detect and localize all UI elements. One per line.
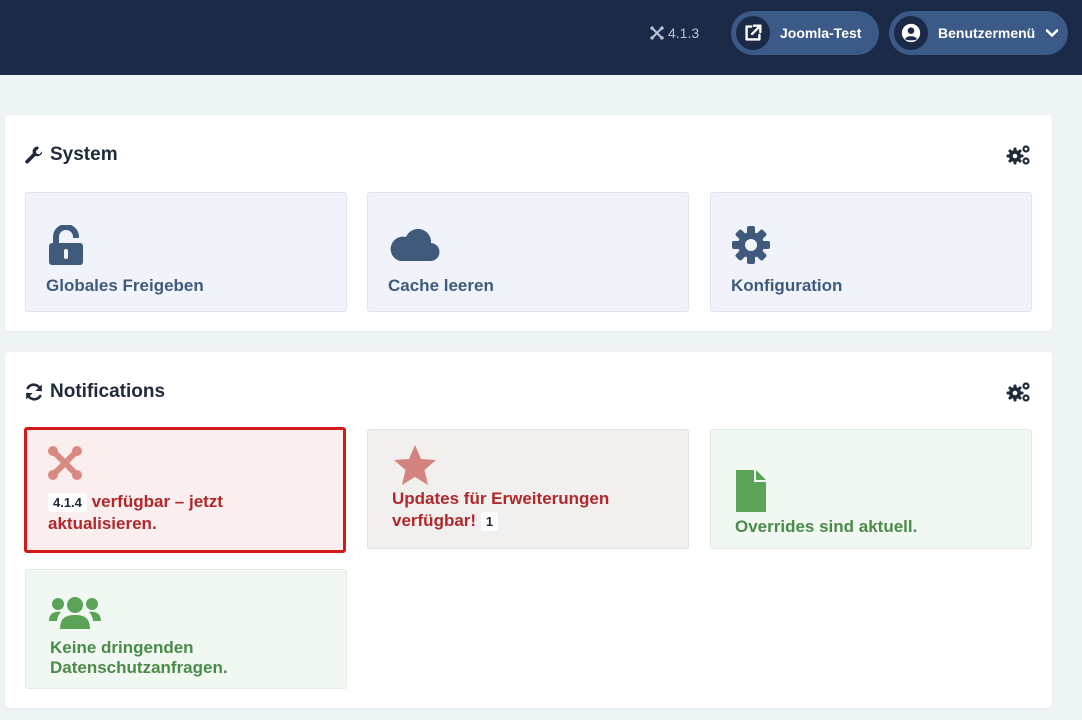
- view-site-button[interactable]: Joomla-Test: [731, 11, 879, 55]
- cog-icon: [732, 226, 770, 264]
- global-checkin-label: Globales Freigeben: [46, 276, 204, 295]
- extension-updates-count: 1: [480, 512, 499, 531]
- privacy-requests-tile[interactable]: Keine dringenden Datenschutzanfragen.: [25, 569, 347, 689]
- privacy-requests-text: Keine dringenden Datenschutzanfragen.: [50, 638, 228, 677]
- joomla-update-text: 4.1.4 verfügbar – jetzt aktualisieren.: [48, 492, 223, 533]
- notifications-title: Notifications: [50, 381, 166, 402]
- site-name: Joomla-Test: [780, 25, 862, 41]
- system-title: System: [50, 144, 118, 165]
- user-circle-icon: [894, 16, 928, 50]
- configuration-label: Konfiguration: [731, 276, 843, 295]
- system-panel: System Globales Freigeben Cache leeren K…: [5, 115, 1052, 331]
- cogs-icon[interactable]: [1006, 380, 1032, 404]
- update-version-badge: 4.1.4: [48, 493, 87, 512]
- notifications-heading: Notifications: [24, 381, 165, 403]
- clear-cache-label: Cache leeren: [388, 276, 494, 295]
- joomla-update-tile[interactable]: 4.1.4 verfügbar – jetzt aktualisieren.: [24, 427, 346, 553]
- extension-updates-tile[interactable]: Updates für Erweiterungen verfügbar! 1: [367, 429, 689, 549]
- wrench-icon: [25, 146, 43, 164]
- overrides-text: Overrides sind aktuell.: [735, 517, 918, 536]
- joomla-icon: [48, 446, 82, 480]
- cogs-icon[interactable]: [1006, 143, 1032, 167]
- chevron-down-icon: [1045, 29, 1059, 37]
- version-text: 4.1.3: [668, 25, 700, 41]
- cloud-icon: [390, 228, 440, 262]
- external-link-icon: [736, 16, 770, 50]
- joomla-version: 4.1.3: [650, 24, 699, 42]
- top-header: 4.1.3 Joomla-Test Benutzermenü: [0, 0, 1082, 75]
- star-icon: [394, 445, 436, 485]
- overrides-tile[interactable]: Overrides sind aktuell.: [710, 429, 1032, 549]
- clear-cache-tile[interactable]: Cache leeren: [367, 192, 689, 312]
- notifications-panel: Notifications 4.1.4 verfügbar – jetzt ak…: [5, 352, 1052, 708]
- user-menu-button[interactable]: Benutzermenü: [889, 11, 1068, 55]
- user-menu-label: Benutzermenü: [938, 25, 1036, 41]
- configuration-tile[interactable]: Konfiguration: [710, 192, 1032, 312]
- sync-icon: [26, 383, 42, 401]
- file-icon: [736, 470, 766, 512]
- system-heading: System: [24, 144, 118, 166]
- users-icon: [49, 597, 101, 629]
- global-checkin-tile[interactable]: Globales Freigeben: [25, 192, 347, 312]
- joomla-icon: [650, 26, 664, 40]
- extension-updates-text: Updates für Erweiterungen verfügbar! 1: [392, 489, 610, 531]
- unlock-icon: [49, 225, 83, 265]
